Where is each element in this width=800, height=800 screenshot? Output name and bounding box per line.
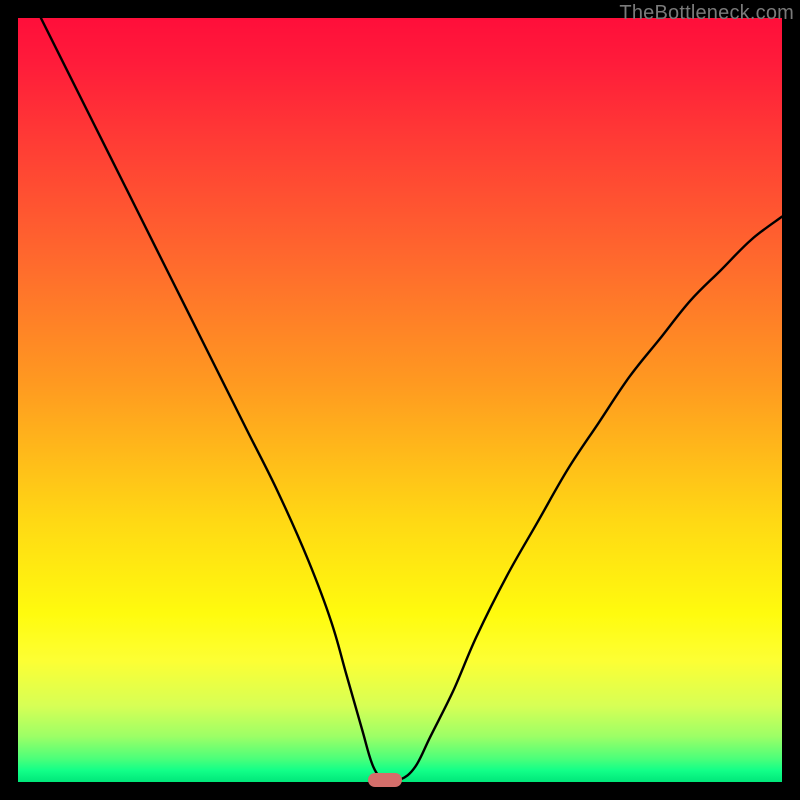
watermark-text: TheBottleneck.com (619, 2, 794, 25)
plot-area (18, 18, 782, 782)
bottleneck-curve (18, 18, 782, 782)
minimum-marker (368, 773, 402, 787)
chart-frame: TheBottleneck.com (0, 0, 800, 800)
